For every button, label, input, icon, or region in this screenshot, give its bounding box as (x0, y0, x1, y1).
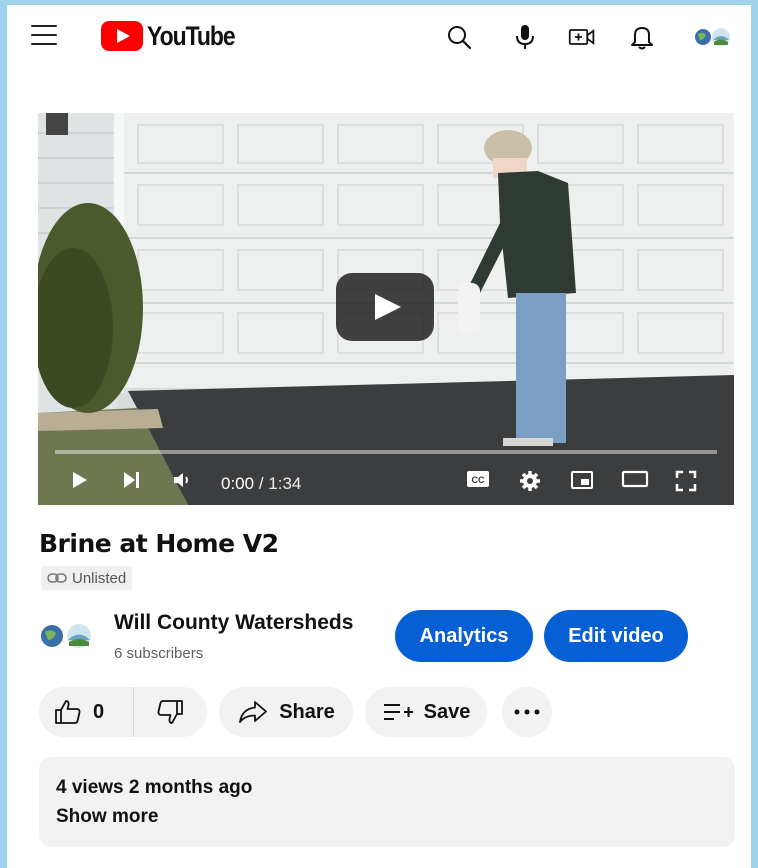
edit-video-button[interactable]: Edit video (544, 610, 688, 662)
microphone-icon[interactable] (511, 23, 539, 51)
fullscreen-icon[interactable] (675, 470, 703, 500)
analytics-button[interactable]: Analytics (395, 610, 533, 662)
unlisted-badge: Unlisted (41, 566, 133, 590)
show-more-link[interactable]: Show more (56, 806, 158, 828)
channel-name[interactable]: Will County Watersheds (114, 611, 353, 635)
closed-captions-icon[interactable]: CC (466, 470, 494, 500)
dislike-button[interactable] (134, 687, 206, 737)
volume-icon[interactable] (172, 470, 198, 500)
more-actions-button[interactable] (502, 687, 552, 737)
visibility-label: Unlisted (72, 569, 127, 587)
logo-text: YouTube (147, 20, 236, 51)
save-playlist-icon (383, 704, 413, 720)
like-count: 0 (93, 700, 105, 723)
like-dislike-group: 0 (39, 687, 207, 737)
video-title: Brine at Home V2 (39, 529, 279, 558)
miniplayer-icon[interactable] (570, 470, 598, 500)
save-label: Save (423, 700, 471, 723)
subscriber-count: 6 subscribers (114, 645, 204, 662)
progress-bar[interactable] (55, 450, 717, 454)
share-button[interactable]: Share (219, 687, 353, 737)
youtube-page: YouTube 0:00 / 1:34 CC Brine at Home V2 … (7, 5, 751, 868)
thumbs-down-icon (157, 700, 183, 724)
channel-avatar[interactable] (39, 622, 95, 650)
account-avatar-icon[interactable] (691, 23, 737, 51)
menu-icon[interactable] (31, 25, 57, 45)
description-box[interactable]: 4 views 2 months ago Show more (39, 757, 735, 847)
video-player[interactable]: 0:00 / 1:34 CC (38, 113, 734, 505)
current-time: 0:00 (221, 474, 255, 493)
next-icon[interactable] (121, 470, 147, 500)
svg-text:CC: CC (472, 475, 485, 485)
settings-gear-icon[interactable] (519, 470, 547, 500)
youtube-play-logo-icon (101, 21, 143, 51)
share-icon (239, 701, 268, 723)
save-button[interactable]: Save (365, 687, 487, 737)
create-video-icon[interactable] (568, 23, 596, 51)
link-icon (47, 570, 67, 587)
view-count-and-date: 4 views 2 months ago (56, 777, 253, 798)
time-display: 0:00 / 1:34 (221, 474, 301, 494)
youtube-logo[interactable]: YouTube (101, 21, 250, 51)
like-button[interactable]: 0 (39, 687, 134, 737)
more-dots-icon (514, 709, 540, 715)
thumbs-up-icon (55, 700, 81, 724)
duration: / 1:34 (254, 474, 302, 493)
notifications-bell-icon[interactable] (628, 23, 656, 51)
search-icon[interactable] (445, 23, 473, 51)
play-icon[interactable] (69, 470, 95, 500)
share-label: Share (279, 700, 335, 723)
theater-mode-icon[interactable] (621, 470, 651, 500)
top-bar: YouTube (7, 5, 751, 71)
big-play-button[interactable] (336, 273, 434, 341)
